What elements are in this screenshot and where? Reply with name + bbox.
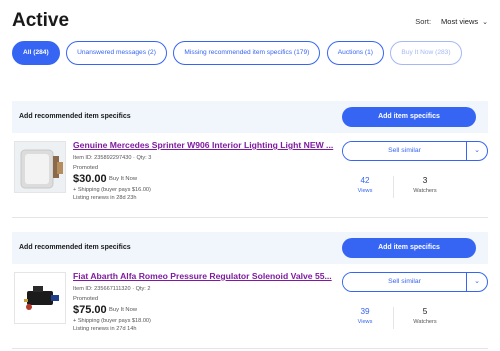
sell-similar-group: Sell similar ⌄ [342,141,488,161]
add-item-specifics-button[interactable]: Add item specifics [342,107,476,127]
item-format: Buy It Now [109,307,138,313]
divider [12,217,488,218]
stat-divider [393,176,394,198]
item-shipping: + Shipping (buyer pays $16.00) [73,187,151,193]
sort-control[interactable]: Sort: Most views ⌄ [415,17,488,26]
promoted-label: Promoted [73,165,99,171]
stat-divider [393,307,394,329]
filter-missing-item-specifics[interactable]: Missing recommended item specifics (179) [173,41,321,65]
filter-bar: All (284) Unanswered messages (2) Missin… [12,41,500,65]
views-count[interactable]: 42 [340,176,390,185]
item-id: Item ID: 235892297430 · Qty: 3 [73,155,152,161]
item-title-link[interactable]: Fiat Abarth Alfa Romeo Pressure Regulato… [73,271,343,281]
filter-unanswered-messages[interactable]: Unanswered messages (2) [66,41,167,65]
views-label[interactable]: Views [340,188,390,194]
sell-similar-group: Sell similar ⌄ [342,272,488,292]
sell-similar-button[interactable]: Sell similar [343,273,466,291]
filter-buy-it-now[interactable]: Buy It Now (283) [390,41,462,65]
divider [12,348,488,349]
listing-row: Genuine Mercedes Sprinter W906 Interior … [12,139,488,211]
item-price: $30.00 [73,173,107,185]
banner-label: Add recommended item specifics [19,113,131,120]
promoted-label: Promoted [73,296,99,302]
add-item-specifics-button[interactable]: Add item specifics [342,238,476,258]
filter-auctions[interactable]: Auctions (1) [326,41,384,65]
item-thumbnail[interactable] [14,141,66,193]
views-stat[interactable]: 39 Views [340,307,390,325]
sort-value[interactable]: Most views [441,17,478,26]
watchers-label: Watchers [413,319,437,325]
sort-label: Sort: [415,17,432,26]
chevron-down-icon[interactable]: ⌄ [467,142,487,160]
watchers-stat: 3 Watchers [400,176,450,194]
item-price: $75.00 [73,304,107,316]
filter-all[interactable]: All (284) [12,41,60,65]
watchers-stat: 5 Watchers [400,307,450,325]
watchers-count: 3 [422,176,428,185]
chevron-down-icon[interactable]: ⌄ [467,273,487,291]
views-stat[interactable]: 42 Views [340,176,390,194]
sell-similar-button[interactable]: Sell similar [343,142,466,160]
item-title-link[interactable]: Genuine Mercedes Sprinter W906 Interior … [73,140,343,150]
views-label[interactable]: Views [340,319,390,325]
page-title: Active [12,10,70,31]
item-specifics-banner: Add recommended item specifics Add item … [12,232,488,264]
item-specifics-banner: Add recommended item specifics Add item … [12,101,488,133]
item-thumbnail[interactable] [14,272,66,324]
item-renewal: Listing renews in 28d 23h [73,195,137,201]
watchers-label: Watchers [413,188,437,194]
item-shipping: + Shipping (buyer pays $18.00) [73,318,151,324]
listing-row: Fiat Abarth Alfa Romeo Pressure Regulato… [12,270,488,342]
banner-label: Add recommended item specifics [19,244,131,251]
watchers-count: 5 [422,307,428,316]
views-count[interactable]: 39 [340,307,390,316]
item-id: Item ID: 235667111320 · Qty: 2 [73,286,151,292]
item-format: Buy It Now [109,176,138,182]
item-renewal: Listing renews in 27d 14h [73,326,137,332]
chevron-down-icon[interactable]: ⌄ [482,18,488,26]
